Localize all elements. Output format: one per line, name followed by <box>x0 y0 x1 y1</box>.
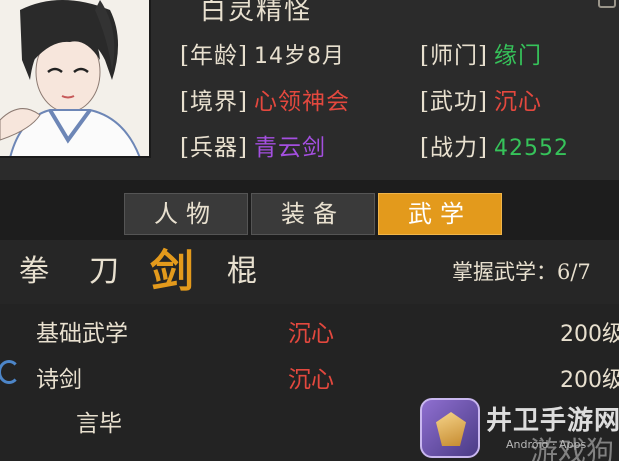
filter-sword[interactable]: 剑 <box>144 244 200 300</box>
filter-blade[interactable]: 刀 <box>79 248 129 296</box>
attr-sect: [师门] 缘门 <box>420 36 542 70</box>
attr-realm-label: [境界] <box>180 89 248 115</box>
attr-martial-art: [武功] 沉心 <box>420 82 542 116</box>
tab-equipment[interactable]: 装备 <box>251 193 375 235</box>
attr-age: [年龄] 14岁8月 <box>180 36 345 70</box>
skill-art: 沉心 <box>288 321 334 347</box>
filter-staff[interactable]: 棍 <box>217 248 267 296</box>
attr-weapon-label: [兵器] <box>180 135 248 161</box>
watermark-site-name: 井卫手游网 <box>486 406 619 436</box>
attr-martial-art-value: 沉心 <box>493 89 542 115</box>
attr-combat-power: [战力] 42552 <box>420 128 569 162</box>
filter-fist[interactable]: 拳 <box>9 248 59 296</box>
character-name: 白灵精怪 <box>200 0 313 26</box>
portrait-drawing <box>0 0 149 156</box>
attr-age-label: [年龄] <box>180 43 248 69</box>
mastery-count: 掌握武学：6/7 <box>452 260 591 284</box>
menu-icon[interactable] <box>598 0 616 8</box>
watermark-logo-icon <box>420 398 480 458</box>
skill-level: 200级 <box>560 368 619 393</box>
skill-name[interactable]: 诗剑 <box>36 360 82 394</box>
tab-character[interactable]: 人物 <box>124 193 248 235</box>
attr-realm: [境界] 心领神会 <box>180 82 350 116</box>
character-portrait[interactable] <box>0 0 151 158</box>
attr-weapon: [兵器] 青云剑 <box>180 128 326 162</box>
attr-realm-value: 心领神会 <box>253 89 350 115</box>
attr-sect-value: 缘门 <box>493 43 542 69</box>
attr-age-value: 14岁8月 <box>253 44 345 69</box>
watermark-site-sub: Android · Apps <box>506 438 587 451</box>
skill-name[interactable]: 基础武学 <box>36 314 128 348</box>
attr-sect-label: [师门] <box>420 43 488 69</box>
character-panel: 白灵精怪 [年龄] 14岁8月 [师门] 缘门 [境界] 心领神会 [武功] 沉心 [兵… <box>0 0 619 180</box>
skill-sub-name[interactable]: 言毕 <box>76 404 122 438</box>
attr-weapon-value: 青云剑 <box>253 135 326 161</box>
skill-level: 200级 <box>560 322 619 347</box>
attr-combat-power-label: [战力] <box>420 135 488 161</box>
gem-icon <box>436 412 466 446</box>
skill-art: 沉心 <box>288 367 334 393</box>
attr-combat-power-value: 42552 <box>493 136 569 161</box>
attr-martial-art-label: [武功] <box>420 89 488 115</box>
tab-martial-arts[interactable]: 武学 <box>378 193 502 235</box>
